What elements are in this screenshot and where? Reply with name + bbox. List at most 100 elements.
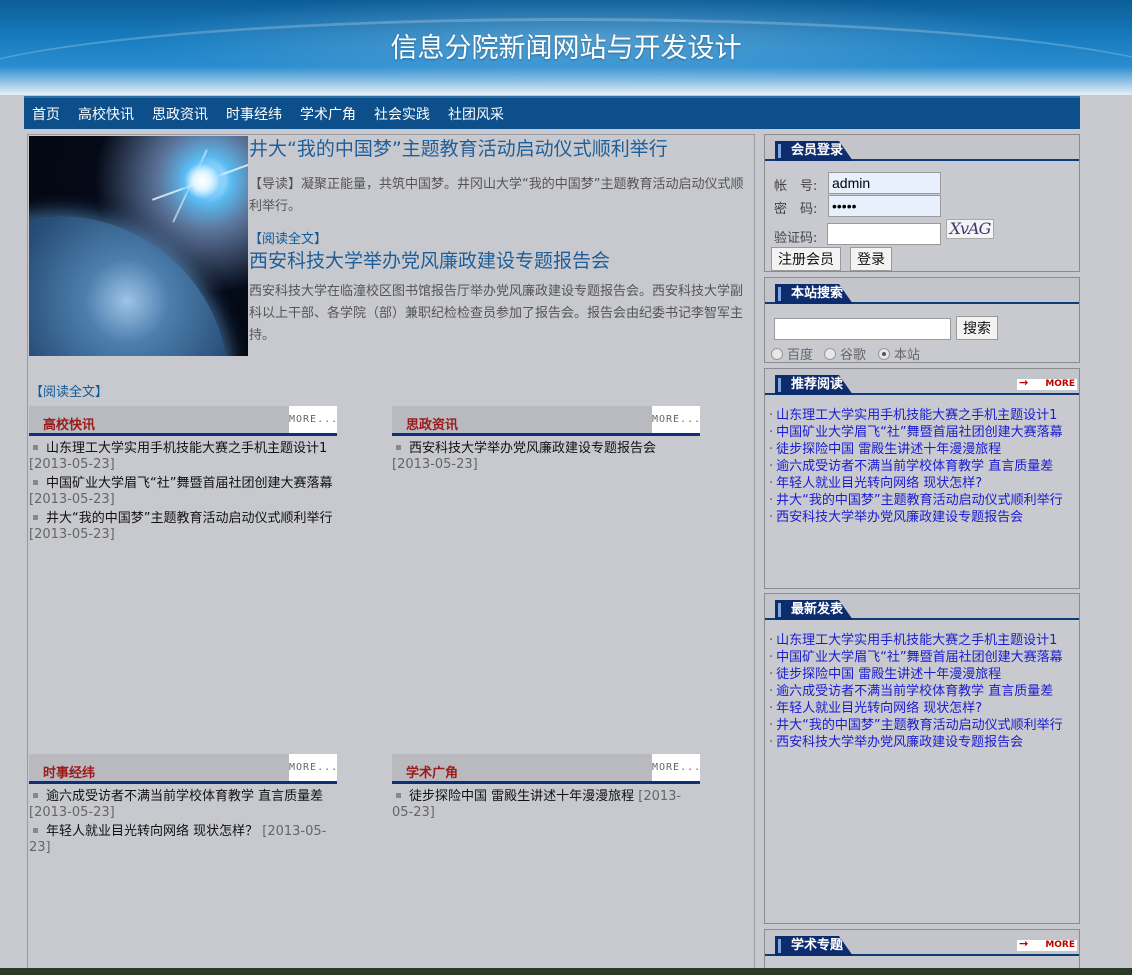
news-link[interactable]: 徒步探险中国 雷殿生讲述十年漫漫旅程 — [776, 667, 1001, 682]
news-link[interactable]: 西安科技大学举办党风廉政建设专题报告会 — [776, 735, 1023, 750]
featured-image[interactable] — [29, 136, 248, 356]
news-link[interactable]: 西安科技大学举办党风廉政建设专题报告会 — [776, 510, 1023, 525]
news-link[interactable]: 井大“我的中国梦”主题教育活动启动仪式顺利举行 — [46, 511, 332, 526]
section-title[interactable]: 思政资讯 — [406, 414, 458, 433]
main-nav: 首页 高校快讯 思政资讯 时事经纬 学术广角 社会实践 社团风采 — [24, 96, 1080, 129]
radio-baidu[interactable]: 百度 — [771, 344, 813, 363]
nav-xueshu[interactable]: 学术广角 — [300, 104, 356, 124]
list-item: · 徒步探险中国 雷殿生讲述十年漫漫旅程 — [769, 666, 1079, 683]
nav-gaoxiao[interactable]: 高校快讯 — [78, 104, 134, 124]
list-item: · 年轻人就业目光转向网络 现状怎样? — [769, 475, 1079, 492]
news-date: [2013-05-23] — [29, 805, 115, 820]
search-input[interactable] — [774, 318, 951, 340]
list-item: · 井大“我的中国梦”主题教育活动启动仪式顺利举行 — [769, 717, 1079, 734]
list-item: · 山东理工大学实用手机技能大赛之手机主题设计1 — [769, 407, 1079, 424]
news-link[interactable]: 山东理工大学实用手机技能大赛之手机主题设计1 — [776, 633, 1057, 648]
bullet-icon: · — [769, 425, 774, 440]
news-link[interactable]: 中国矿业大学眉飞“社”舞暨首届社团创建大赛落幕 — [776, 425, 1062, 440]
radio-google[interactable]: 谷歌 — [824, 344, 866, 363]
captcha-image[interactable]: XvAG — [946, 219, 994, 239]
list-item: · 年轻人就业目光转向网络 现状怎样? — [769, 700, 1079, 717]
list-item: 徒步探险中国 雷殿生讲述十年漫漫旅程 [2013-05-23] — [392, 789, 700, 821]
login-button[interactable]: 登录 — [850, 247, 892, 271]
radio-site[interactable]: 本站 — [878, 344, 920, 363]
news-link[interactable]: 山东理工大学实用手机技能大赛之手机主题设计1 — [776, 408, 1057, 423]
news-link[interactable]: 逾六成受访者不满当前学校体育教学 直言质量差 — [46, 789, 323, 804]
nav-sizheng[interactable]: 思政资讯 — [152, 104, 208, 124]
news-link[interactable]: 徒步探险中国 雷殿生讲述十年漫漫旅程 — [409, 789, 634, 804]
news-link[interactable]: 逾六成受访者不满当前学校体育教学 直言质量差 — [776, 684, 1053, 699]
news-link[interactable]: 井大“我的中国梦”主题教育活动启动仪式顺利举行 — [776, 718, 1062, 733]
bullet-icon: · — [769, 408, 774, 423]
password-label: 密 码: — [774, 202, 818, 217]
bullet-icon — [396, 445, 401, 450]
more-button[interactable]: MORE — [1017, 938, 1077, 951]
more-button[interactable]: MORE... — [289, 406, 337, 433]
site-title: 信息分院新闻网站与开发设计 — [390, 33, 742, 64]
password-input[interactable] — [828, 195, 941, 217]
news-date: [2013-05-23] — [29, 527, 115, 542]
bullet-icon: · — [769, 459, 774, 474]
bullet-icon: · — [769, 442, 774, 457]
nav-shetuan[interactable]: 社团风采 — [448, 104, 504, 124]
news-link[interactable]: 井大“我的中国梦”主题教育活动启动仪式顺利举行 — [776, 493, 1062, 508]
panel-title: 本站搜索 — [775, 284, 853, 304]
radio-label: 百度 — [787, 348, 814, 363]
more-button[interactable]: MORE — [1017, 377, 1077, 390]
featured-title[interactable]: 西安科技大学举办党风廉政建设专题报告会 — [249, 248, 754, 274]
panel-title: 推荐阅读 — [775, 375, 853, 395]
captcha-label: 验证码: — [774, 231, 818, 246]
news-link[interactable]: 中国矿业大学眉飞“社”舞暨首届社团创建大赛落幕 — [776, 650, 1062, 665]
section-title[interactable]: 时事经纬 — [43, 762, 95, 781]
search-panel: 本站搜索 搜索 百度 谷歌 本站 — [764, 277, 1080, 363]
bullet-icon — [33, 793, 38, 798]
bullet-icon: · — [769, 735, 774, 750]
bullet-icon: · — [769, 718, 774, 733]
nav-shehui[interactable]: 社会实践 — [374, 104, 430, 124]
news-link[interactable]: 逾六成受访者不满当前学校体育教学 直言质量差 — [776, 459, 1053, 474]
section-shishi: 时事经纬 MORE... 逾六成受访者不满当前学校体育教学 直言质量差 [2013-… — [29, 754, 337, 859]
nav-shishi[interactable]: 时事经纬 — [226, 104, 282, 124]
captcha-input[interactable] — [827, 223, 941, 245]
section-title[interactable]: 高校快讯 — [43, 414, 95, 433]
bullet-icon: · — [769, 633, 774, 648]
news-link[interactable]: 年轻人就业目光转向网络 现状怎样? — [776, 476, 982, 491]
list-item: · 井大“我的中国梦”主题教育活动启动仪式顺利举行 — [769, 492, 1079, 509]
radio-label: 本站 — [894, 348, 921, 363]
read-more-link[interactable]: 【阅读全文】 — [30, 385, 108, 400]
radio-selected-icon[interactable] — [878, 347, 890, 360]
account-input[interactable] — [828, 172, 941, 194]
radio-icon[interactable] — [824, 347, 836, 360]
news-link[interactable]: 山东理工大学实用手机技能大赛之手机主题设计1 — [46, 441, 327, 456]
read-more-link[interactable]: 【阅读全文】 — [249, 232, 327, 247]
news-link[interactable]: 年轻人就业目光转向网络 现状怎样? — [776, 701, 982, 716]
news-link[interactable]: 年轻人就业目光转向网络 现状怎样？ — [46, 824, 258, 839]
featured-summary: 西安科技大学在临潼校区图书馆报告厅举办党风廉政建设专题报告会。西安科技大学副科以… — [249, 284, 744, 343]
list-item: · 逾六成受访者不满当前学校体育教学 直言质量差 — [769, 458, 1079, 475]
list-item: 逾六成受访者不满当前学校体育教学 直言质量差 [2013-05-23] — [29, 789, 337, 821]
nav-home[interactable]: 首页 — [32, 104, 60, 124]
news-link[interactable]: 中国矿业大学眉飞“社”舞暨首届社团创建大赛落幕 — [46, 476, 332, 491]
panel-title: 学术专题 — [775, 936, 853, 956]
list-item: · 山东理工大学实用手机技能大赛之手机主题设计1 — [769, 632, 1079, 649]
news-date: [2013-05-23] — [29, 457, 115, 472]
section-title[interactable]: 学术广角 — [406, 762, 458, 781]
recommended-list: · 山东理工大学实用手机技能大赛之手机主题设计1 · 中国矿业大学眉飞“社”舞暨首届… — [765, 395, 1079, 526]
news-link[interactable]: 西安科技大学举办党风廉政建设专题报告会 — [409, 441, 656, 456]
register-button[interactable]: 注册会员 — [771, 247, 841, 271]
search-button[interactable]: 搜索 — [956, 316, 998, 340]
radio-icon[interactable] — [771, 347, 783, 360]
panel-title: 会员登录 — [775, 141, 853, 161]
more-button[interactable]: MORE... — [289, 754, 337, 781]
recommended-panel: 推荐阅读MORE ·山东理工大学实用手机技能大赛之手机主题设计1 ·中国矿业大学… — [764, 368, 1080, 589]
list-item: 西安科技大学举办党风廉政建设专题报告会 [2013-05-23] — [392, 441, 700, 473]
earth-image — [29, 216, 229, 356]
more-button[interactable]: MORE... — [652, 406, 700, 433]
list-item: · 中国矿业大学眉飞“社”舞暨首届社团创建大赛落幕 — [769, 424, 1079, 441]
list-item: 山东理工大学实用手机技能大赛之手机主题设计1 [2013-05-23] — [29, 441, 337, 473]
more-button[interactable]: MORE... — [652, 754, 700, 781]
featured-title[interactable]: 井大“我的中国梦”主题教育活动启动仪式顺利举行 — [249, 136, 754, 162]
news-link[interactable]: 徒步探险中国 雷殿生讲述十年漫漫旅程 — [776, 442, 1001, 457]
bullet-icon — [396, 793, 401, 798]
bullet-icon — [33, 445, 38, 450]
